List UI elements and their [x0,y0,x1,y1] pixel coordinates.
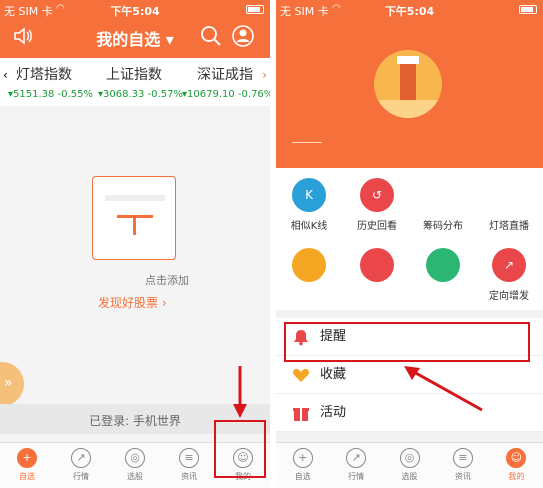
arrow-icon [404,366,483,412]
feature-item[interactable] [276,248,342,282]
battery-icon [519,5,537,14]
quote-name: 深证成指 [197,67,253,83]
plus-icon: + [17,448,37,468]
plus-icon: + [292,448,313,468]
feature-label: 灯塔直播 [489,221,529,232]
person-icon: ☺ [506,448,527,468]
quote-value: ▾10679.10 -0.76% [182,89,270,100]
compass-icon: ◎ [125,448,145,468]
arrow-right-icon[interactable]: › [262,68,267,82]
status-bar: 无 SIM 卡 ◠ 下午5:04 [0,0,270,20]
tab-label: 行情 [348,472,365,481]
avatar[interactable] [374,50,442,118]
highlight-box [284,322,530,362]
profile-header: 无 SIM 卡 ◠ 下午5:04 [276,0,543,168]
history-icon: ↺ [360,178,394,212]
tab-screener[interactable]: ◎ 选股 [108,443,162,488]
avatar-base [374,100,442,118]
feature-icon [360,248,394,282]
quote-item[interactable]: 上证指数 ▾3068.33 -0.57% [98,64,183,100]
feature-grid: K 相似K线 ↺ 历史回看 筹码分布 灯塔直播 ↗ 定向增发 [276,168,543,310]
list-icon: ≡ [179,448,199,468]
k-icon: K [292,178,326,212]
feature-label: 定向增发 [489,291,529,302]
status-time: 下午5:04 [110,5,160,18]
tab-label: 自选 [294,472,311,481]
header-bar: 无 SIM 卡 ◠ 下午5:04 我的自选 ▾ [0,0,270,58]
trend-icon: ↗ [346,448,367,468]
feature-live[interactable]: 灯塔直播 [476,178,542,232]
feature-item[interactable] [344,248,410,282]
page-title[interactable]: 我的自选 ▾ [0,26,270,50]
tab-market[interactable]: ↗ 行情 [54,443,108,488]
list-icon: ≡ [452,448,473,468]
menu-label: 活动 [320,405,347,420]
tab-watchlist[interactable]: + 自选 [0,443,54,488]
trend-icon: ↗ [71,448,91,468]
feature-label: 筹码分布 [423,221,463,232]
placeholder-bar [105,195,165,201]
quote-value: ▾3068.33 -0.57% [98,89,183,100]
heart-icon [292,369,310,382]
quote-name: 上证指数 [106,67,162,83]
feature-chip-distribution[interactable]: 筹码分布 [410,178,476,232]
feature-item[interactable] [410,248,476,282]
page-title-text: 我的自选 [96,30,161,49]
tab-label: 我的 [508,472,525,481]
status-bar: 无 SIM 卡 ◠ 下午5:04 [276,0,543,20]
quote-item[interactable]: 灯塔指数 ▾5151.38 -0.55% [8,64,93,100]
gift-icon [293,408,309,421]
tab-screener[interactable]: ◎ 选股 [383,443,436,488]
status-time: 下午5:04 [384,5,435,18]
quote-value: ▾5151.38 -0.55% [8,89,93,100]
quote-name: 灯塔指数 [16,67,72,83]
chip-icon [426,178,460,212]
feature-similar-kline[interactable]: K 相似K线 [276,178,342,232]
menu-label: 收藏 [320,367,347,382]
add-stock-card[interactable] [92,176,176,260]
tab-mine[interactable]: ☺ 我的 [490,443,543,488]
expand-float-button[interactable]: » [0,362,24,406]
highlight-box [214,420,266,478]
left-screen: 无 SIM 卡 ◠ 下午5:04 我的自选 ▾ ‹ 灯塔指数 ▾5151.38 … [0,0,270,488]
feature-history-review[interactable]: ↺ 历史回看 [344,178,410,232]
tab-bar: + 自选 ↗ 行情 ◎ 选股 ≡ 资讯 ☺ 我的 [276,442,543,488]
chevron-down-icon: ▾ [165,30,174,49]
quote-item[interactable]: 深证成指 ▾10679.10 -0.76% [182,64,270,100]
down-arrow-icon [233,366,247,418]
user-icon[interactable] [232,25,254,47]
tab-label: 资讯 [181,472,197,481]
tab-label: 选股 [401,472,418,481]
tab-label: 资讯 [454,472,471,481]
feature-label: 历史回看 [357,221,397,232]
tab-market[interactable]: ↗ 行情 [329,443,382,488]
index-quotes[interactable]: ‹ 灯塔指数 ▾5151.38 -0.55% 上证指数 ▾3068.33 -0.… [0,58,270,106]
tab-label: 选股 [127,472,143,481]
tab-label: 行情 [73,472,89,481]
discover-stocks-link[interactable]: 发现好股票 › [98,294,167,311]
search-icon[interactable] [200,25,222,47]
compass-icon: ◎ [399,448,420,468]
tab-label: 自选 [19,472,35,481]
live-icon [492,178,526,212]
add-hint: 点击添加 [145,274,189,287]
tab-news[interactable]: ≡ 资讯 [436,443,489,488]
username-underline [292,142,322,143]
feature-icon [426,248,460,282]
tab-news[interactable]: ≡ 资讯 [162,443,216,488]
feature-directed-issuance[interactable]: ↗ 定向增发 [476,248,542,302]
feature-icon [292,248,326,282]
right-screen: 无 SIM 卡 ◠ 下午5:04 K 相似K线 ↺ 历史回看 筹码分布 灯塔直播 [276,0,543,488]
lighthouse-icon [397,56,419,100]
add-stem-icon [133,215,136,235]
battery-icon [246,5,264,14]
tab-watchlist[interactable]: + 自选 [276,443,329,488]
feature-label: 相似K线 [290,221,328,232]
trend-up-icon: ↗ [492,248,526,282]
